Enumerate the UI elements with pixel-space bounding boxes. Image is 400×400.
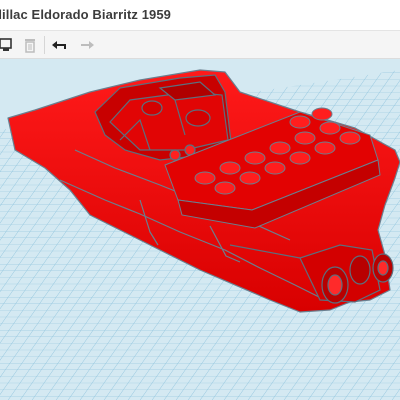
3d-workplane-viewport[interactable] [0,59,400,400]
delete-button[interactable] [19,34,41,56]
redo-button[interactable] [76,34,98,56]
copy-button[interactable] [0,34,18,56]
copy-icon [0,38,12,51]
toolbar-divider [44,36,45,54]
trash-icon [25,39,35,53]
design-title[interactable]: dillac Eldorado Biarritz 1959 [0,7,171,22]
title-bar: dillac Eldorado Biarritz 1959 [0,0,400,31]
undo-arrow-icon [52,41,66,49]
undo-button[interactable] [48,34,70,56]
redo-arrow-icon [81,41,94,49]
workplane-scene [0,59,400,400]
edit-toolbar [0,31,400,59]
